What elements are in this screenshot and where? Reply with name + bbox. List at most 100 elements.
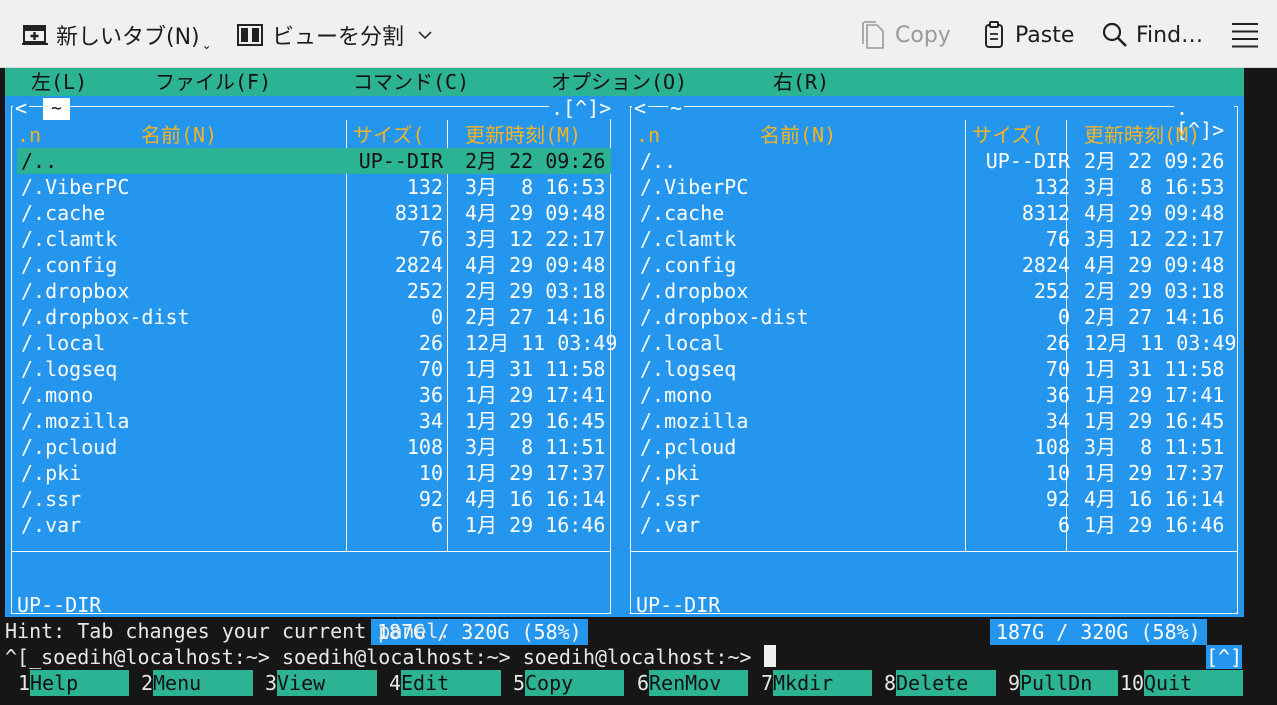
file-row[interactable]: /.pki 10 1月 29 17:37: [636, 460, 1238, 486]
file-row[interactable]: /.pcloud 108 3月 8 11:51: [636, 434, 1238, 460]
file-mtime: 2月 29 03:18: [465, 279, 606, 303]
right-panel-name-header[interactable]: 名前(N): [760, 122, 836, 148]
fkey-label: View: [277, 670, 377, 696]
file-row[interactable]: /.ssr 92 4月 16 16:14: [17, 486, 611, 512]
new-tab-dropdown-icon: ⌄: [201, 38, 212, 52]
fkey-label: Help: [30, 670, 129, 696]
file-row[interactable]: /.mozilla 34 1月 29 16:45: [636, 408, 1238, 434]
file-mtime: 1月 29 16:46: [465, 513, 606, 537]
fkey-number: 9: [1008, 671, 1021, 695]
file-row[interactable]: /.dropbox 252 2月 29 03:18: [636, 278, 1238, 304]
file-size: 70: [1045, 357, 1070, 381]
file-size: 108: [406, 435, 443, 459]
panels-area: < ~ .[^]> .n 名前(N) サイズ( 更新時刻(M) /.. UP--D…: [5, 96, 1244, 645]
file-row[interactable]: /.ssr 92 4月 16 16:14: [636, 486, 1238, 512]
menu-right[interactable]: 右(R): [773, 68, 829, 96]
command-prompt[interactable]: ^[_soedih@localhost:~> soedih@localhost:…: [5, 644, 776, 670]
file-row[interactable]: /.mozilla 34 1月 29 16:45: [17, 408, 611, 434]
fkey-label: Menu: [153, 670, 253, 696]
menu-file[interactable]: ファイル(F): [155, 68, 271, 96]
file-row[interactable]: /.cache 8312 4月 29 09:48: [17, 200, 611, 226]
file-row[interactable]: /.config 2824 4月 29 09:48: [17, 252, 611, 278]
copy-button[interactable]: Copy: [861, 18, 951, 52]
fkey-quit[interactable]: 10 Quit: [1120, 670, 1243, 696]
file-row[interactable]: /.dropbox-dist 0 2月 27 14:16: [636, 304, 1238, 330]
file-mtime: 1月 29 16:45: [1084, 409, 1225, 433]
left-panel-arrow[interactable]: <: [13, 97, 30, 119]
file-row[interactable]: /.ViberPC 132 3月 8 16:53: [17, 174, 611, 200]
file-mtime: 12月 11 03:49: [1084, 331, 1237, 355]
find-button[interactable]: Find…: [1102, 18, 1203, 52]
fkey-number: 1: [18, 671, 31, 695]
left-panel-scroll-indicator[interactable]: .[^]>: [549, 97, 614, 119]
new-tab-button[interactable]: 新しいタブ(N) ⌄: [22, 18, 212, 52]
file-name: /.pki: [640, 461, 701, 485]
left-panel-name-header[interactable]: 名前(N): [141, 122, 217, 148]
file-row[interactable]: /.config 2824 4月 29 09:48: [636, 252, 1238, 278]
fkey-pulldn[interactable]: 9 PullDn: [1008, 670, 1118, 696]
file-row[interactable]: /.dropbox 252 2月 29 03:18: [17, 278, 611, 304]
right-panel[interactable]: < ~ .[^]> .n 名前(N) サイズ( 更新時刻(M) /.. UP--D…: [628, 96, 1238, 645]
file-row[interactable]: /.local 26 12月 11 03:49: [636, 330, 1238, 356]
right-panel-mtime-header[interactable]: 更新時刻(M): [1084, 122, 1200, 148]
menu-left[interactable]: 左(L): [31, 68, 87, 96]
file-row[interactable]: /.. UP--DIR 2月 22 09:26: [17, 148, 611, 174]
terminal-area[interactable]: 左(L) ファイル(F) コマンド(C) オプション(O) 右(R) < ~ .…: [0, 68, 1277, 705]
file-size: 70: [418, 357, 443, 381]
right-panel-size-header[interactable]: サイズ(: [972, 122, 1043, 148]
fkey-mkdir[interactable]: 7 Mkdir: [761, 670, 872, 696]
file-row[interactable]: /.logseq 70 1月 31 11:58: [636, 356, 1238, 382]
split-view-icon: [237, 24, 263, 46]
menu-options[interactable]: オプション(O): [551, 68, 687, 96]
fkey-label: Edit: [401, 670, 501, 696]
file-row[interactable]: /.var 6 1月 29 16:46: [17, 512, 611, 538]
file-row[interactable]: /.local 26 12月 11 03:49: [17, 330, 617, 356]
fkey-delete[interactable]: 8 Delete: [884, 670, 996, 696]
fkey-edit[interactable]: 4 Edit: [389, 670, 501, 696]
file-row[interactable]: /.var 6 1月 29 16:46: [636, 512, 1238, 538]
fkey-menu[interactable]: 2 Menu: [141, 670, 253, 696]
right-panel-arrow[interactable]: <: [632, 97, 649, 119]
history-button[interactable]: [^]: [1206, 645, 1242, 669]
fkey-number: 4: [389, 671, 402, 695]
file-row[interactable]: /.pki 10 1月 29 17:37: [17, 460, 611, 486]
fkey-copy[interactable]: 5 Copy: [513, 670, 624, 696]
fkey-renmov[interactable]: 6 RenMov: [637, 670, 748, 696]
left-panel-sort-indicator[interactable]: .n: [17, 122, 41, 148]
file-row[interactable]: /.pcloud 108 3月 8 11:51: [17, 434, 611, 460]
fkey-number: 2: [141, 671, 154, 695]
file-row[interactable]: /.clamtk 76 3月 12 22:17: [17, 226, 611, 252]
file-row[interactable]: /.logseq 70 1月 31 11:58: [17, 356, 611, 382]
left-panel[interactable]: < ~ .[^]> .n 名前(N) サイズ( 更新時刻(M) /.. UP--D…: [9, 96, 617, 645]
file-row[interactable]: /.clamtk 76 3月 12 22:17: [636, 226, 1238, 252]
paste-button[interactable]: Paste: [983, 18, 1074, 52]
fkey-view[interactable]: 3 View: [265, 670, 377, 696]
file-name: /.var: [21, 513, 82, 537]
file-row[interactable]: /.ViberPC 132 3月 8 16:53: [636, 174, 1238, 200]
fkey-help[interactable]: 1 Help: [18, 670, 129, 696]
file-mtime: 1月 31 11:58: [465, 357, 606, 381]
right-panel-path[interactable]: ~: [668, 97, 685, 119]
file-row[interactable]: /.mono 36 1月 29 17:41: [636, 382, 1238, 408]
split-view-button[interactable]: ビューを分割: [236, 18, 432, 52]
menu-command[interactable]: コマンド(C): [353, 68, 469, 96]
left-panel-size-header[interactable]: サイズ(: [353, 122, 424, 148]
file-name: /.ssr: [21, 487, 82, 511]
chevron-down-icon[interactable]: [418, 30, 432, 40]
file-name: /..: [640, 149, 677, 173]
left-panel-path[interactable]: ~: [43, 98, 70, 120]
file-size: 76: [1045, 227, 1070, 251]
left-panel-mtime-header[interactable]: 更新時刻(M): [465, 122, 581, 148]
file-name: /.var: [640, 513, 701, 537]
file-size: UP--DIR: [985, 149, 1070, 173]
file-row[interactable]: /.cache 8312 4月 29 09:48: [636, 200, 1238, 226]
file-name: /.mono: [21, 383, 94, 407]
right-panel-sort-indicator[interactable]: .n: [636, 122, 660, 148]
file-name: /.clamtk: [21, 227, 118, 251]
file-name: /.cache: [640, 201, 725, 225]
file-row[interactable]: /.mono 36 1月 29 17:41: [17, 382, 611, 408]
file-row[interactable]: /.. UP--DIR 2月 22 09:26: [636, 148, 1238, 174]
file-name: /.logseq: [21, 357, 118, 381]
hamburger-menu-button[interactable]: [1231, 18, 1259, 52]
file-row[interactable]: /.dropbox-dist 0 2月 27 14:16: [17, 304, 611, 330]
